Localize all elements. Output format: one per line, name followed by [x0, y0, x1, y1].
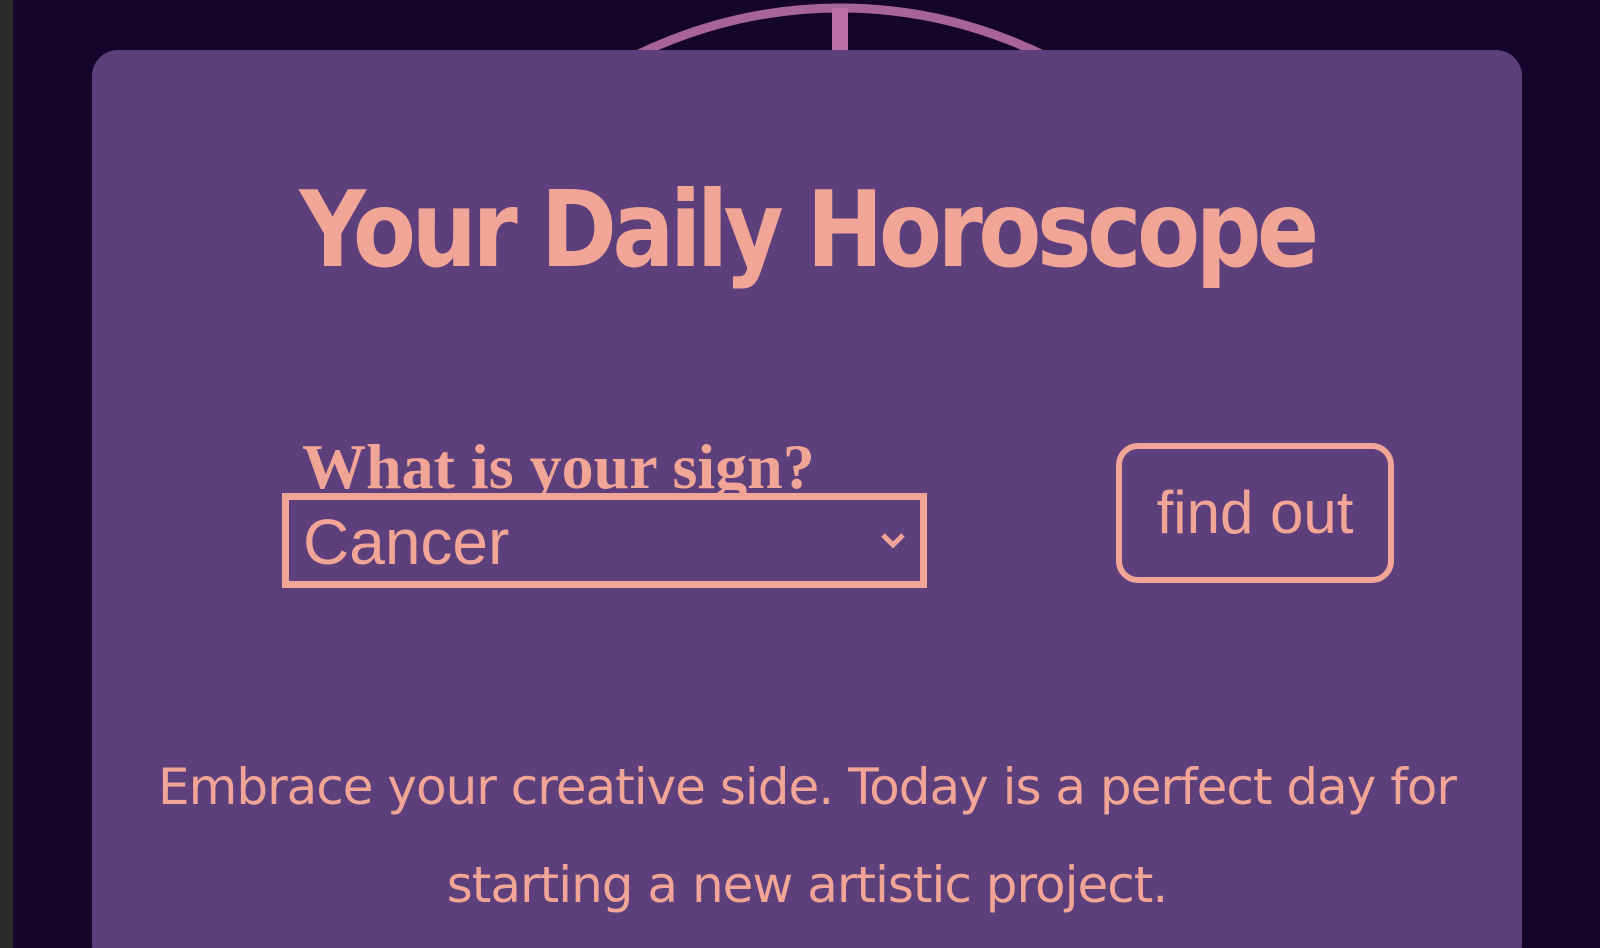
horoscope-card: Your Daily Horoscope What is your sign? … — [92, 50, 1522, 948]
sign-select[interactable]: Cancer — [282, 493, 927, 588]
sign-question-label: What is your sign? — [302, 431, 815, 502]
find-out-button[interactable]: find out — [1116, 443, 1394, 583]
horoscope-message: Embrace your creative side. Today is a p… — [158, 758, 1457, 914]
chevron-down-icon — [881, 533, 905, 549]
page-title: Your Daily Horoscope — [299, 168, 1319, 292]
sign-select-value: Cancer — [303, 506, 510, 578]
